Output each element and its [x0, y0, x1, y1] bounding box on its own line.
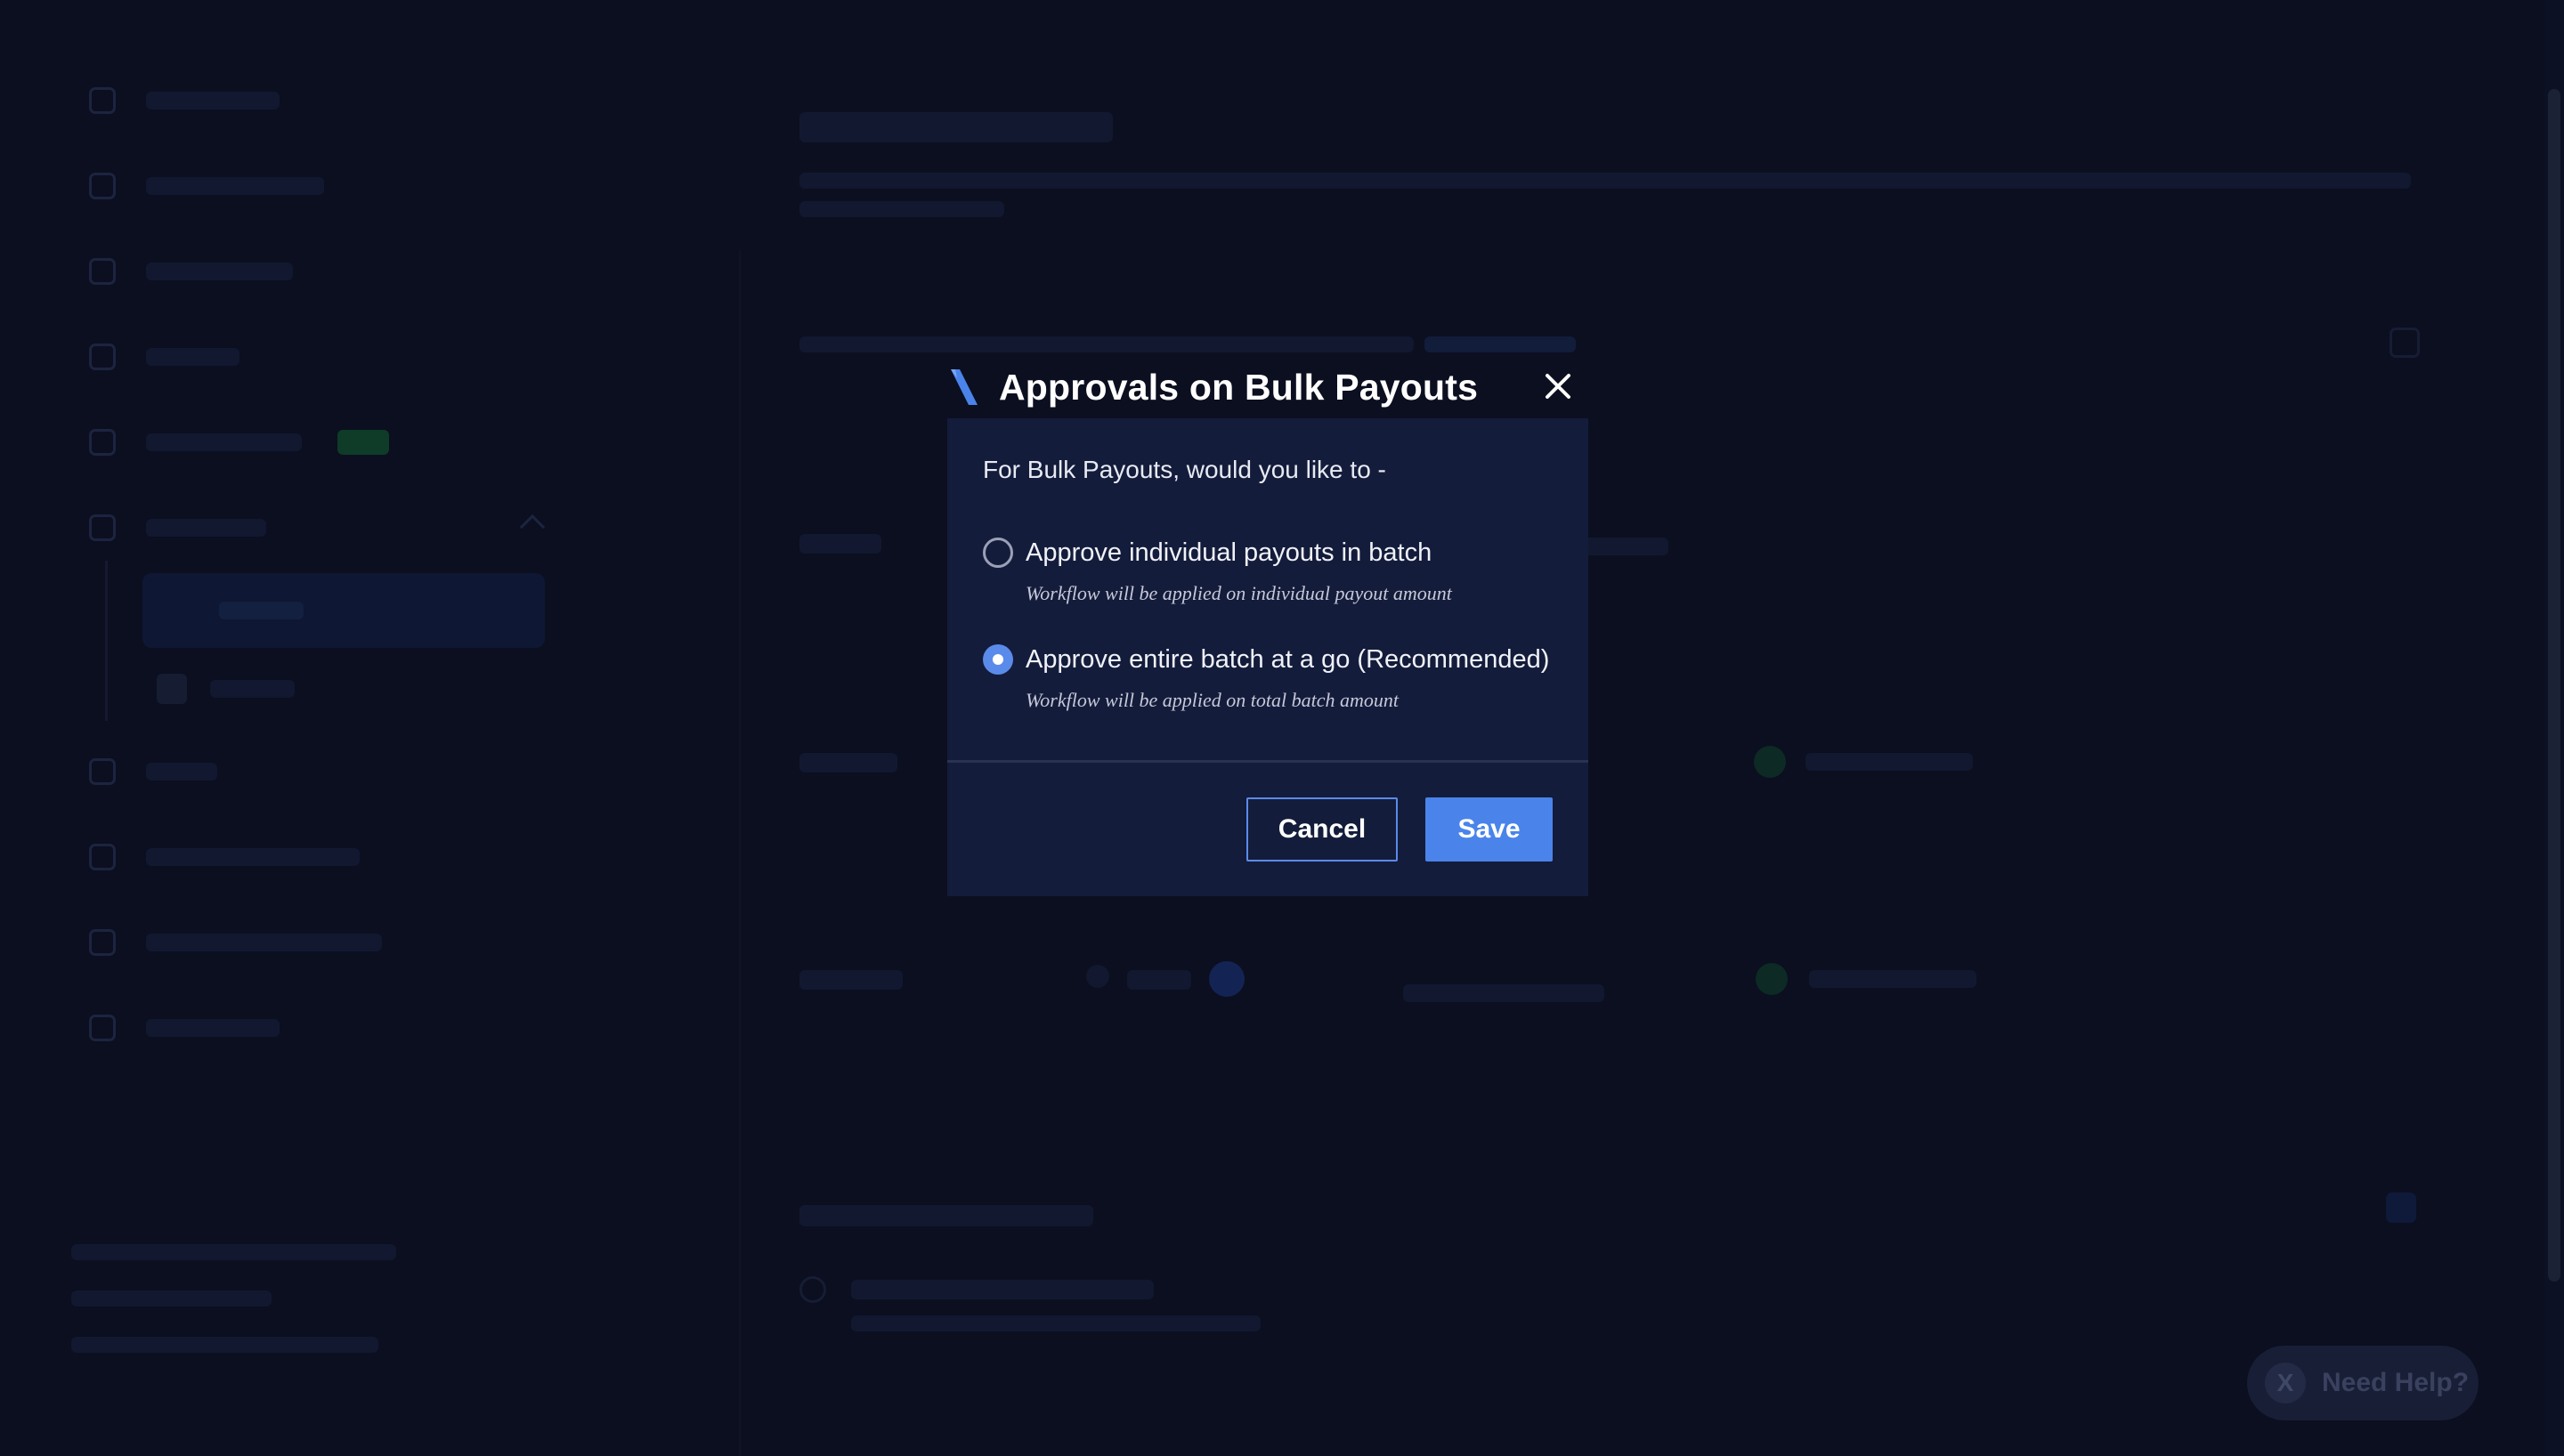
page-title-placeholder [799, 112, 1113, 142]
row-placeholder [799, 970, 903, 990]
scrollbar-thumb[interactable] [2548, 89, 2560, 1282]
section-title-placeholder [799, 1205, 1093, 1226]
option-individual-payouts[interactable]: Approve individual payouts in batch [983, 538, 1432, 568]
sidebar-item-4[interactable] [89, 335, 239, 379]
count-badge-icon [1209, 961, 1245, 997]
status-dot-icon [1756, 963, 1788, 995]
profile-icon [89, 258, 116, 285]
user-icon [89, 87, 116, 114]
user-avatar-icon [1086, 965, 1109, 988]
option-hint: Workflow will be applied on total batch … [1026, 689, 1400, 711]
help-logo-icon: X [2265, 1363, 2306, 1403]
sidebar-item-placeholder [146, 263, 293, 280]
sidebar-item-1[interactable] [89, 78, 280, 123]
need-help-label: Need Help? [2322, 1368, 2470, 1397]
modal-body: For Bulk Payouts, would you like to - Ap… [947, 418, 1588, 760]
sidebar-item-placeholder [210, 680, 295, 698]
page-description-placeholder [799, 201, 1004, 217]
row-placeholder [1403, 984, 1604, 1002]
footer-line [71, 1290, 272, 1306]
sidebar [0, 0, 739, 1456]
billing-icon [89, 758, 116, 785]
edit-icon[interactable] [2318, 328, 2349, 358]
radio-checked-icon[interactable] [983, 644, 1013, 675]
info-link-placeholder[interactable] [1424, 336, 1576, 352]
developer-icon [89, 844, 116, 870]
footer-line [71, 1244, 396, 1260]
sidebar-item-2[interactable] [89, 164, 324, 208]
modal-title: Approvals on Bulk Payouts [999, 366, 1479, 408]
brand-logo-icon [951, 369, 978, 405]
integrations-icon [89, 1015, 116, 1041]
chevron-up-icon [519, 514, 546, 540]
sidebar-item-placeholder [146, 519, 266, 537]
new-badge [337, 430, 389, 455]
row-placeholder [1809, 970, 1976, 988]
sidebar-item-3[interactable] [89, 249, 293, 294]
row-placeholder [851, 1315, 1261, 1331]
close-icon[interactable] [1540, 368, 1576, 404]
sidebar-item-10[interactable] [89, 1006, 280, 1050]
radio-icon [799, 1276, 826, 1303]
scrollbar[interactable] [2544, 0, 2564, 1456]
option-entire-batch[interactable]: Approve entire batch at a go (Recommende… [983, 644, 1549, 675]
modal-header: Approvals on Bulk Payouts [947, 356, 1588, 418]
sidebar-item-9[interactable] [89, 920, 382, 965]
sidebar-item-placeholder [146, 1019, 280, 1037]
sidebar-subitem[interactable] [157, 669, 295, 708]
sidebar-item-placeholder [146, 177, 324, 195]
option-label: Approve individual payouts in batch [1026, 538, 1432, 567]
edit-icon[interactable] [2386, 1193, 2416, 1223]
sidebar-item-placeholder [146, 433, 302, 451]
footer-line [71, 1337, 378, 1353]
radio-unchecked-icon[interactable] [983, 538, 1013, 568]
submenu-rail [105, 561, 108, 721]
row-placeholder [1583, 538, 1668, 555]
sidebar-item-placeholder [219, 602, 304, 619]
sidebar-item-8[interactable] [89, 835, 360, 879]
sidebar-footer [71, 1228, 396, 1353]
cancel-button[interactable]: Cancel [1246, 797, 1398, 861]
support-icon [89, 929, 116, 956]
sidebar-item-5[interactable] [89, 420, 389, 465]
sidebar-item-placeholder [146, 848, 360, 866]
payout-icon [173, 599, 196, 622]
row-placeholder [851, 1280, 1154, 1299]
team-icon [89, 429, 116, 456]
modal-question: For Bulk Payouts, would you like to - [983, 456, 1386, 483]
modal-footer: Cancel Save [947, 763, 1588, 896]
sidebar-item-placeholder [146, 763, 217, 781]
option-hint: Workflow will be applied on individual p… [1026, 582, 1452, 604]
page-description-placeholder [799, 173, 2411, 189]
content-divider [739, 249, 741, 1456]
business-icon [89, 173, 116, 199]
document-icon [157, 674, 187, 704]
sidebar-item-6[interactable] [89, 506, 266, 550]
row-placeholder [1127, 970, 1191, 990]
save-button[interactable]: Save [1425, 797, 1553, 861]
info-row-placeholder [799, 336, 1414, 352]
option-label: Approve entire batch at a go (Recommende… [1026, 644, 1550, 674]
sidebar-item-7[interactable] [89, 749, 217, 794]
sidebar-subitem-active[interactable] [142, 573, 545, 648]
approval-modal: For Bulk Payouts, would you like to - Ap… [947, 418, 1588, 896]
row-placeholder [1805, 753, 1973, 771]
banking-icon [89, 344, 116, 370]
sidebar-item-placeholder [146, 92, 280, 109]
sidebar-item-placeholder [146, 934, 382, 951]
delete-icon[interactable] [2390, 328, 2420, 358]
workflow-icon [89, 514, 116, 541]
row-placeholder [799, 753, 897, 772]
status-dot-icon [1754, 746, 1786, 778]
sidebar-item-placeholder [146, 348, 239, 366]
row-placeholder [799, 534, 881, 554]
need-help-button[interactable]: X Need Help? [2247, 1346, 2479, 1420]
